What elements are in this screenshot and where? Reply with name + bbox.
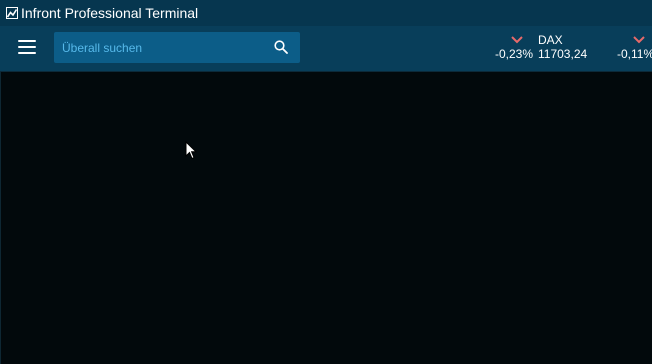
search-box[interactable] (54, 32, 300, 63)
workspace-area[interactable] (0, 72, 652, 364)
ticker-name: DAX (538, 33, 563, 47)
hamburger-menu-button[interactable] (11, 34, 43, 60)
ticker-change-2[interactable]: -0,11% (614, 30, 652, 66)
mouse-cursor-icon (185, 140, 198, 160)
search-icon[interactable] (274, 40, 288, 54)
hamburger-menu-icon (18, 40, 36, 42)
chevron-down-icon (511, 33, 523, 44)
ticker-value: 11703,24 (538, 47, 588, 61)
ticker-change-value: -0,23% (495, 47, 534, 61)
chevron-down-icon (633, 33, 645, 44)
app-logo-icon (6, 7, 18, 19)
top-toolbar: -0,23% DAX 11703,24 -0,11% (0, 26, 652, 72)
hamburger-menu-icon (18, 52, 36, 54)
hamburger-menu-icon (18, 46, 36, 48)
ticker-dax[interactable]: DAX 11703,24 (538, 30, 594, 66)
window-title: Infront Professional Terminal (21, 5, 199, 21)
search-input[interactable] (62, 32, 262, 63)
title-bar: Infront Professional Terminal (0, 0, 652, 26)
ticker-change-1[interactable]: -0,23% (492, 30, 534, 66)
app-window: Infront Professional Terminal -0,23 (0, 0, 652, 364)
ticker-change-value: -0,11% (617, 47, 652, 61)
